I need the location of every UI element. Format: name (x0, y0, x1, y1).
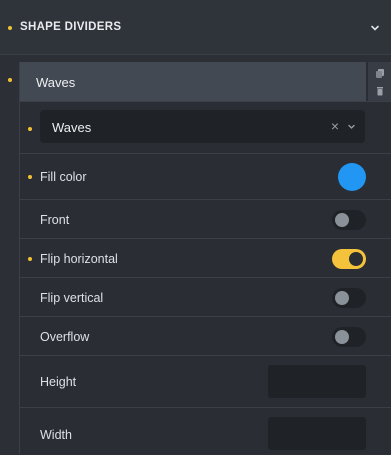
flip-horizontal-toggle[interactable] (332, 249, 366, 269)
copy-icon[interactable] (375, 68, 385, 78)
front-row: Front (20, 199, 391, 239)
front-toggle[interactable] (332, 210, 366, 230)
width-label: Width (40, 428, 72, 442)
flip-horizontal-row: Flip horizontal (20, 238, 391, 278)
shape-select-value: Waves (52, 120, 92, 135)
overflow-toggle[interactable] (332, 327, 366, 347)
item-tools (368, 62, 391, 101)
toggle-knob (349, 252, 363, 266)
trash-icon[interactable] (375, 86, 385, 96)
modified-indicator (28, 127, 32, 131)
clear-icon[interactable]: × (331, 118, 339, 134)
toggle-knob (335, 291, 349, 305)
flip-vertical-label: Flip vertical (40, 291, 104, 305)
height-input[interactable] (268, 365, 366, 398)
width-row: Width (20, 407, 391, 455)
fill-color-label: Fill color (40, 170, 87, 184)
height-label: Height (40, 375, 77, 389)
modified-indicator (8, 26, 12, 30)
overflow-row: Overflow (20, 316, 391, 356)
modified-indicator (28, 175, 32, 179)
height-row: Height (20, 355, 391, 408)
modified-indicator (28, 257, 32, 261)
toggle-knob (335, 213, 349, 227)
toggle-knob (335, 330, 349, 344)
shape-divider-item-panel: Waves Waves × Fill color Front Flip hori… (19, 62, 391, 454)
shape-select[interactable]: Waves × (40, 110, 365, 143)
section-header-shape-dividers[interactable]: SHAPE DIVIDERS (0, 0, 391, 55)
flip-vertical-row: Flip vertical (20, 277, 391, 317)
flip-horizontal-label: Flip horizontal (40, 252, 118, 266)
width-input[interactable] (268, 417, 366, 450)
chevron-down-icon[interactable] (347, 122, 356, 131)
fill-color-swatch[interactable] (338, 163, 366, 191)
flip-vertical-toggle[interactable] (332, 288, 366, 308)
fill-color-row: Fill color (20, 153, 391, 200)
modified-indicator (8, 78, 12, 82)
chevron-down-icon[interactable] (369, 22, 381, 34)
item-title: Waves (36, 75, 76, 90)
overflow-label: Overflow (40, 330, 90, 344)
section-title: SHAPE DIVIDERS (20, 21, 122, 33)
item-header[interactable]: Waves (20, 62, 366, 101)
front-label: Front (40, 213, 70, 227)
